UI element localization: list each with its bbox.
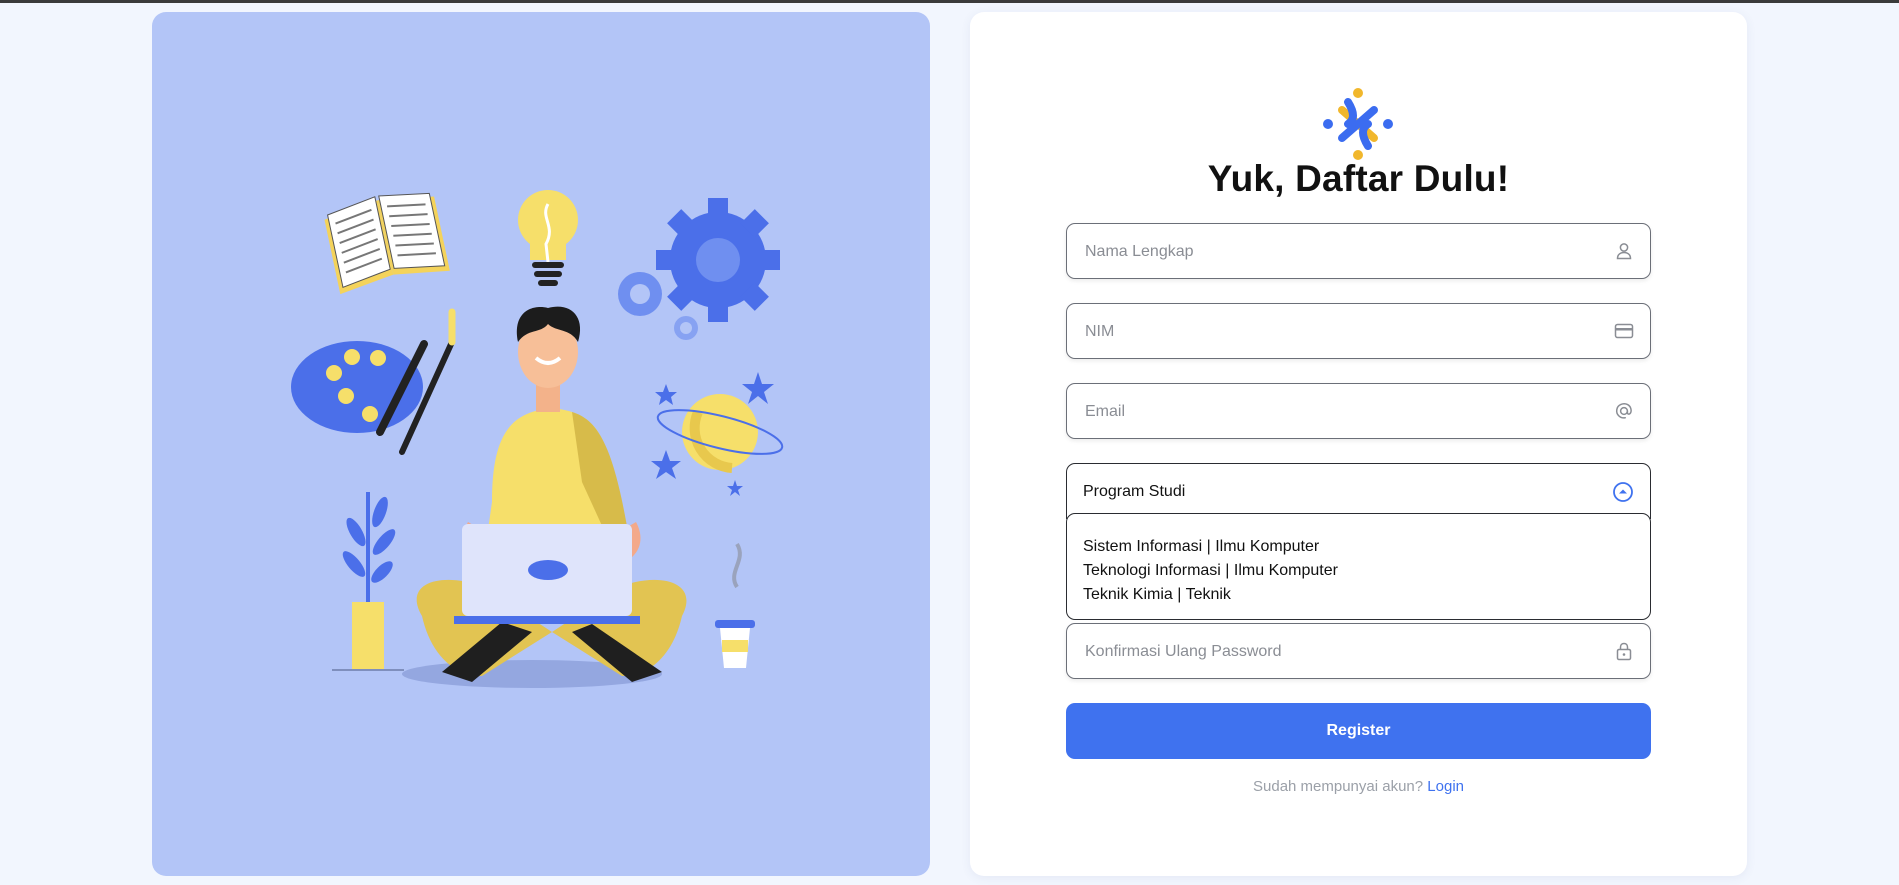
program-studi-select[interactable]: Program Studi <box>1066 463 1651 519</box>
email-input[interactable] <box>1083 384 1607 439</box>
full-name-field[interactable] <box>1066 223 1651 279</box>
lock-icon <box>1616 642 1632 661</box>
confirm-password-field[interactable] <box>1066 623 1651 679</box>
at-sign-icon <box>1615 403 1632 419</box>
palette-icon <box>291 308 456 455</box>
program-option[interactable]: Teknologi Informasi | Ilmu Komputer <box>1067 559 1650 583</box>
brand-logo <box>1323 88 1393 160</box>
illustration-panel <box>152 12 930 876</box>
program-option[interactable]: Sistem Informasi | Ilmu Komputer <box>1067 535 1650 559</box>
confirm-password-input[interactable] <box>1083 624 1607 679</box>
book-icon <box>324 192 450 295</box>
email-field[interactable] <box>1066 383 1651 439</box>
browser-top-border <box>0 0 1899 3</box>
plant-icon <box>332 492 404 671</box>
login-prompt: Sudah mempunyai akun? Login <box>970 778 1747 795</box>
planet-icon <box>651 372 784 496</box>
register-button[interactable]: Register <box>1066 703 1651 759</box>
lightbulb-icon <box>518 190 578 286</box>
chevron-up-circle-icon[interactable] <box>1612 481 1634 503</box>
login-prompt-text: Sudah mempunyai akun? <box>1253 778 1424 795</box>
login-link[interactable]: Login <box>1427 778 1464 795</box>
gear-icon <box>618 198 780 340</box>
program-studi-dropdown: Sistem Informasi | Ilmu Komputer Teknolo… <box>1066 513 1651 620</box>
id-card-icon <box>1614 323 1634 339</box>
nim-field[interactable] <box>1066 303 1651 359</box>
program-option[interactable]: Teknik Kimia | Teknik <box>1067 583 1650 607</box>
user-icon <box>1616 243 1632 260</box>
register-form-panel: Yuk, Daftar Dulu! Program Studi Sistem <box>970 12 1747 876</box>
nim-input[interactable] <box>1083 304 1607 359</box>
program-studi-value: Program Studi <box>1083 483 1186 500</box>
register-illustration <box>291 190 784 688</box>
page-title: Yuk, Daftar Dulu! <box>1207 158 1510 199</box>
coffee-cup-icon <box>715 542 755 668</box>
full-name-input[interactable] <box>1083 224 1607 279</box>
